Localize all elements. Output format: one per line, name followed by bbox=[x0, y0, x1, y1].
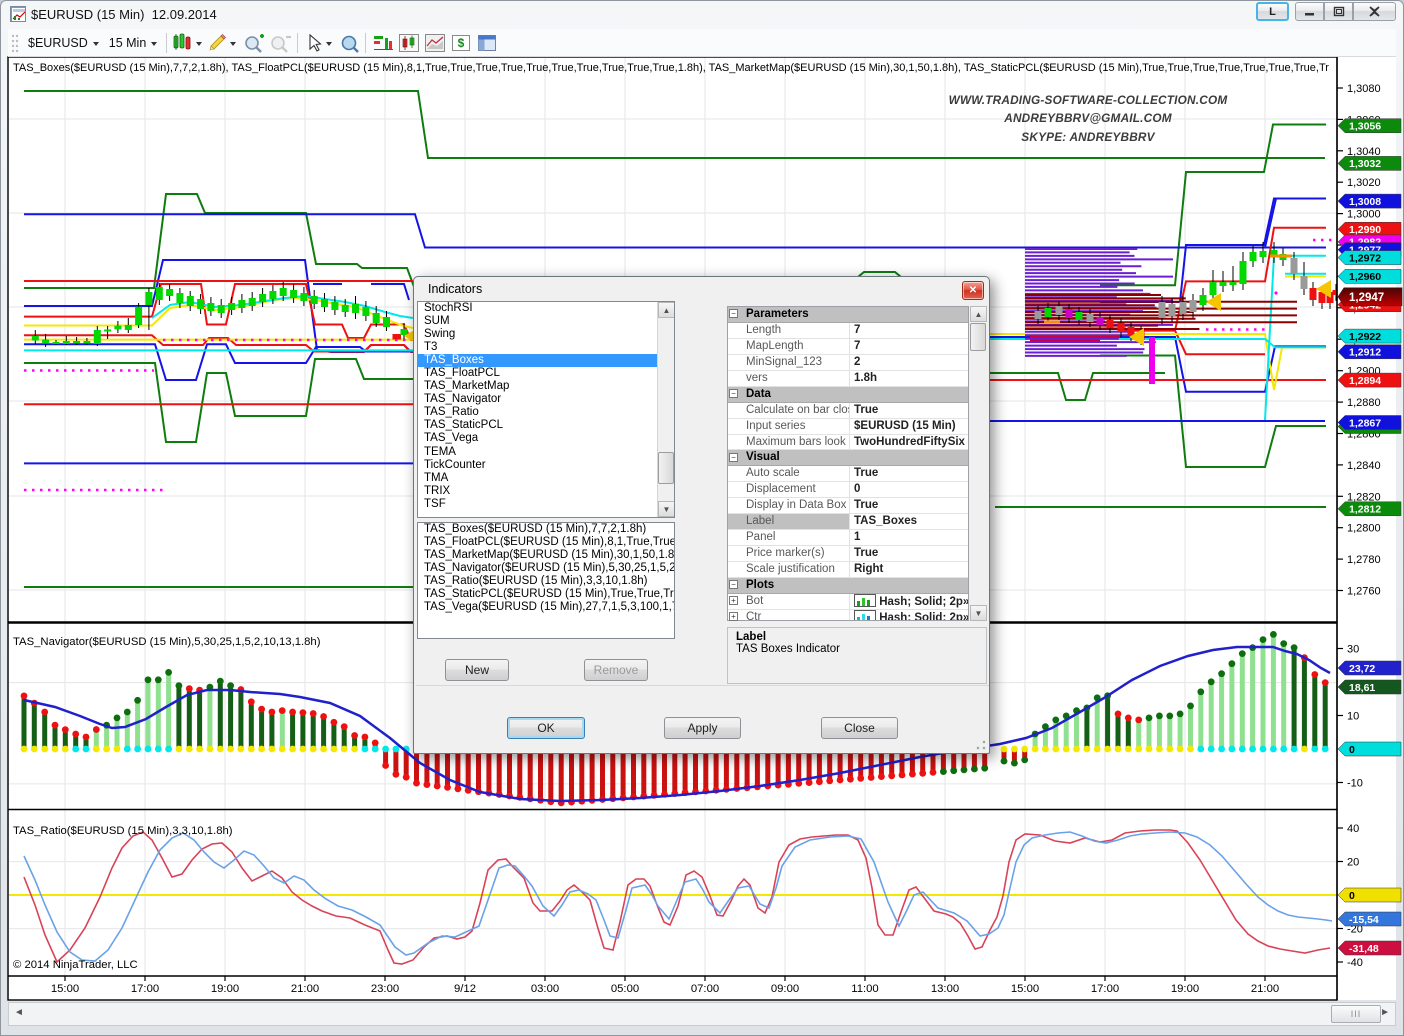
svg-text:1,2780: 1,2780 bbox=[1347, 554, 1381, 566]
svg-text:1,3056: 1,3056 bbox=[1349, 121, 1381, 133]
svg-text:0: 0 bbox=[1349, 890, 1355, 902]
svg-text:11:00: 11:00 bbox=[851, 983, 878, 995]
svg-text:19:00: 19:00 bbox=[1171, 983, 1199, 995]
svg-text:© 2014 NinjaTrader, LLC: © 2014 NinjaTrader, LLC bbox=[13, 959, 138, 971]
svg-text:10: 10 bbox=[1347, 711, 1359, 723]
svg-text:17:00: 17:00 bbox=[1091, 983, 1119, 995]
svg-text:SKYPE: ANDREYBBRV: SKYPE: ANDREYBBRV bbox=[1021, 130, 1155, 144]
svg-text:1,2800: 1,2800 bbox=[1347, 523, 1381, 535]
svg-text:17:00: 17:00 bbox=[131, 983, 159, 995]
svg-text:-31,48: -31,48 bbox=[1349, 943, 1379, 955]
svg-text:1,2812: 1,2812 bbox=[1349, 504, 1381, 516]
svg-text:1,2922: 1,2922 bbox=[1349, 331, 1381, 343]
svg-text:WWW.TRADING-SOFTWARE-COLLECTIO: WWW.TRADING-SOFTWARE-COLLECTION.COM bbox=[949, 93, 1229, 107]
svg-text:1,3020: 1,3020 bbox=[1347, 177, 1381, 189]
svg-text:1,3008: 1,3008 bbox=[1349, 196, 1381, 208]
svg-text:-40: -40 bbox=[1347, 957, 1363, 969]
svg-text:40: 40 bbox=[1347, 823, 1359, 835]
svg-text:03:00: 03:00 bbox=[531, 983, 559, 995]
svg-text:15:00: 15:00 bbox=[1011, 983, 1039, 995]
svg-text:TAS_Navigator($EURUSD (15 Min): TAS_Navigator($EURUSD (15 Min),5,30,25,1… bbox=[13, 636, 321, 648]
svg-text:1,2880: 1,2880 bbox=[1347, 397, 1381, 409]
svg-text:1,2820: 1,2820 bbox=[1347, 491, 1381, 503]
svg-text:-15,54: -15,54 bbox=[1349, 914, 1379, 926]
svg-text:30: 30 bbox=[1347, 644, 1359, 656]
svg-text:$: $ bbox=[458, 36, 465, 50]
svg-text:09:00: 09:00 bbox=[771, 983, 799, 995]
svg-text:1,3032: 1,3032 bbox=[1349, 158, 1381, 170]
svg-text:0: 0 bbox=[1349, 744, 1355, 756]
svg-text:1,2990: 1,2990 bbox=[1349, 224, 1381, 236]
svg-text:1,2760: 1,2760 bbox=[1347, 586, 1381, 598]
svg-text:1,2972: 1,2972 bbox=[1349, 252, 1381, 264]
svg-text:19:00: 19:00 bbox=[211, 983, 239, 995]
svg-text:05:00: 05:00 bbox=[611, 983, 639, 995]
svg-text:1,2840: 1,2840 bbox=[1347, 460, 1381, 472]
svg-text:-10: -10 bbox=[1347, 778, 1363, 790]
svg-text:13:00: 13:00 bbox=[931, 983, 959, 995]
svg-text:TAS_Boxes($EURUSD (15 Min),7,7: TAS_Boxes($EURUSD (15 Min),7,7,2,1.8h), … bbox=[13, 62, 1329, 74]
svg-text:20: 20 bbox=[1347, 857, 1359, 869]
svg-text:15:00: 15:00 bbox=[51, 983, 79, 995]
svg-text:1,2894: 1,2894 bbox=[1349, 375, 1381, 387]
svg-text:9/12: 9/12 bbox=[454, 983, 476, 995]
svg-text:21:00: 21:00 bbox=[1251, 983, 1279, 995]
svg-text:TAS_Ratio($EURUSD (15 Min),3,3: TAS_Ratio($EURUSD (15 Min),3,3,10,1.8h) bbox=[13, 825, 233, 837]
svg-text:1,2960: 1,2960 bbox=[1349, 271, 1381, 283]
svg-text:18,61: 18,61 bbox=[1349, 682, 1375, 694]
svg-text:1,3040: 1,3040 bbox=[1347, 146, 1381, 158]
svg-text:1,2912: 1,2912 bbox=[1349, 347, 1381, 359]
svg-text:07:00: 07:00 bbox=[691, 983, 719, 995]
svg-text:1,3080: 1,3080 bbox=[1347, 83, 1381, 95]
svg-text:1,2867: 1,2867 bbox=[1349, 417, 1381, 429]
svg-text:23:00: 23:00 bbox=[371, 983, 399, 995]
svg-text:ANDREYBBRV@GMAIL.COM: ANDREYBBRV@GMAIL.COM bbox=[1003, 111, 1173, 125]
svg-text:1,2947: 1,2947 bbox=[1349, 292, 1384, 304]
svg-text:1,3000: 1,3000 bbox=[1347, 209, 1381, 221]
svg-text:23,72: 23,72 bbox=[1349, 663, 1375, 675]
svg-text:21:00: 21:00 bbox=[291, 983, 319, 995]
